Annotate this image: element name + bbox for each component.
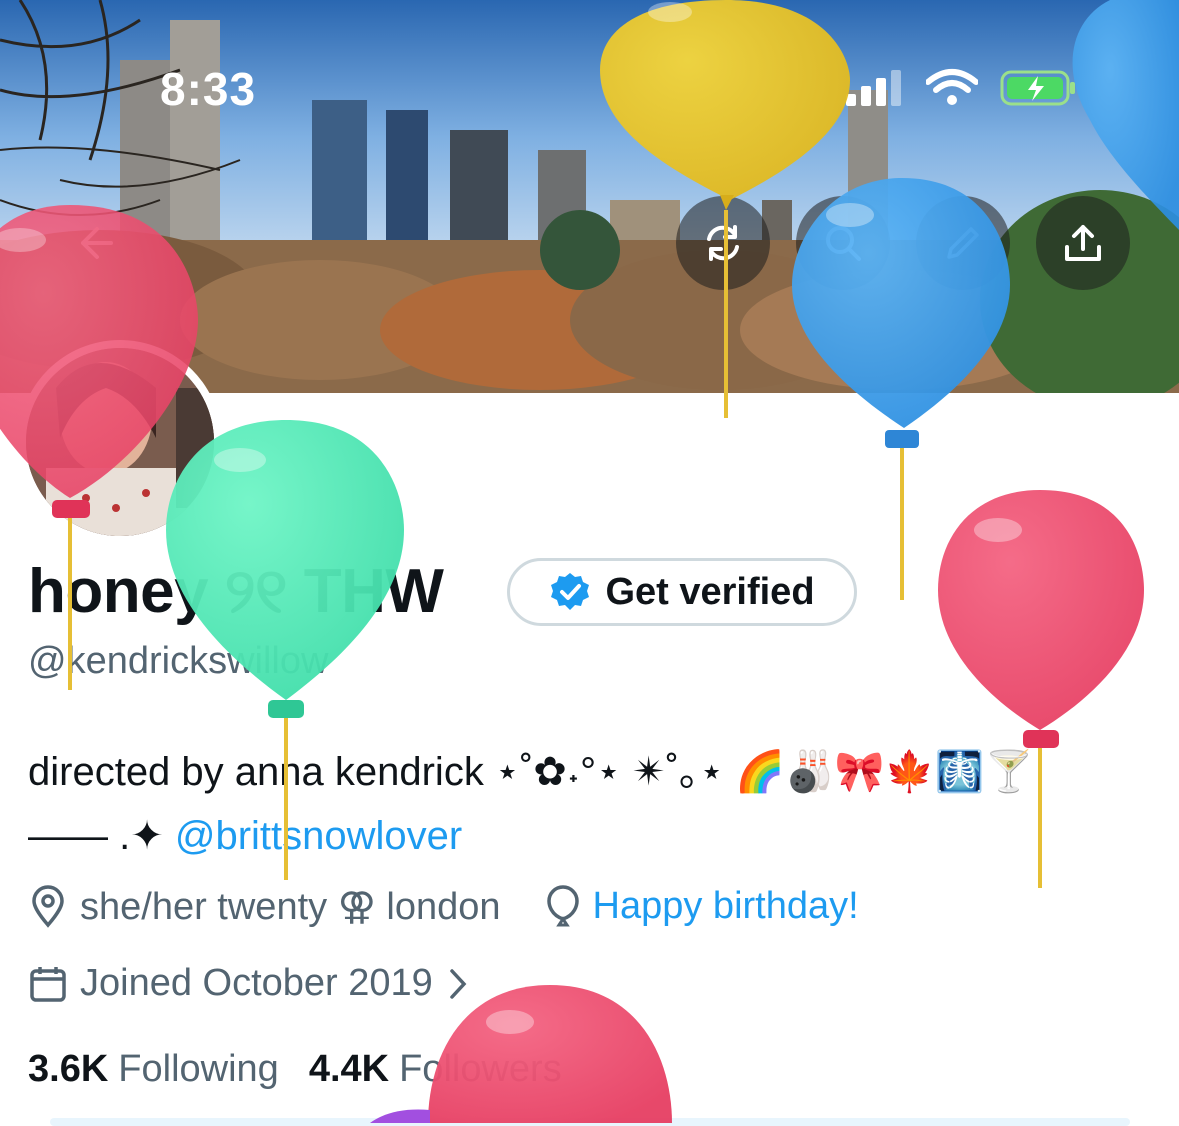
bio-line-1: directed by anna kendrick ⋆˚✿˖°⋆ ✴˚｡⋆ 🌈🎳…	[28, 750, 1035, 794]
birthday-link[interactable]: Happy birthday!	[593, 885, 859, 928]
edit-button[interactable]	[916, 196, 1010, 290]
share-icon	[1065, 225, 1101, 261]
chevron-right-icon	[447, 967, 469, 1001]
refresh-icon	[707, 225, 739, 261]
get-verified-button[interactable]: Get verified	[507, 558, 857, 626]
follow-stats: 3.6K Following 4.4K Followers	[28, 1048, 562, 1091]
bio-line-2: —— .✦ @brittsnowlover	[28, 804, 1158, 868]
cellular-signal-icon	[846, 70, 901, 106]
verified-badge-icon	[551, 573, 590, 610]
bottom-banner-edge	[50, 1118, 1130, 1126]
location-pin-icon	[28, 884, 68, 929]
followers-label: Followers	[399, 1048, 562, 1090]
refresh-button[interactable]	[676, 196, 770, 290]
share-button[interactable]	[1036, 196, 1130, 290]
following-count: 3.6K	[28, 1048, 109, 1090]
calendar-icon	[28, 964, 68, 1004]
profile-banner[interactable]: 8:33	[0, 0, 1179, 393]
followers-count: 4.4K	[308, 1048, 390, 1090]
location-text: she/her twenty ⚢ london	[80, 886, 501, 928]
followers-link[interactable]: 4.4K Followers	[309, 1048, 562, 1091]
back-button[interactable]	[48, 196, 142, 290]
get-verified-label: Get verified	[605, 570, 815, 613]
avatar[interactable]	[18, 340, 222, 544]
display-name: honey ୨୧ THW	[28, 557, 444, 626]
avatar-image	[26, 348, 214, 536]
status-time: 8:33	[160, 63, 257, 115]
bio-line-2-prefix: —— .✦	[28, 814, 175, 858]
wifi-icon	[926, 69, 978, 105]
handle: @kendrickswillow	[28, 640, 329, 682]
following-link[interactable]: 3.6K Following	[28, 1048, 279, 1091]
search-button[interactable]	[796, 196, 890, 290]
following-label: Following	[118, 1048, 279, 1090]
joined-date: Joined October 2019	[80, 962, 433, 1004]
back-arrow-icon	[81, 227, 113, 259]
joined-row[interactable]: Joined October 2019	[28, 962, 481, 1005]
battery-charging-icon	[1000, 70, 1075, 106]
search-icon	[826, 226, 861, 261]
bio: directed by anna kendrick ⋆˚✿˖°⋆ ✴˚｡⋆ 🌈🎳…	[28, 740, 1158, 868]
balloon-icon	[545, 884, 581, 929]
profile-meta-row: she/her twenty ⚢ london Happy birthday!	[28, 884, 859, 929]
status-bar: 8:33	[0, 0, 1179, 170]
bio-mention-link[interactable]: @brittsnowlover	[175, 814, 462, 858]
pencil-icon	[947, 227, 979, 259]
avatar-photo	[26, 348, 214, 536]
